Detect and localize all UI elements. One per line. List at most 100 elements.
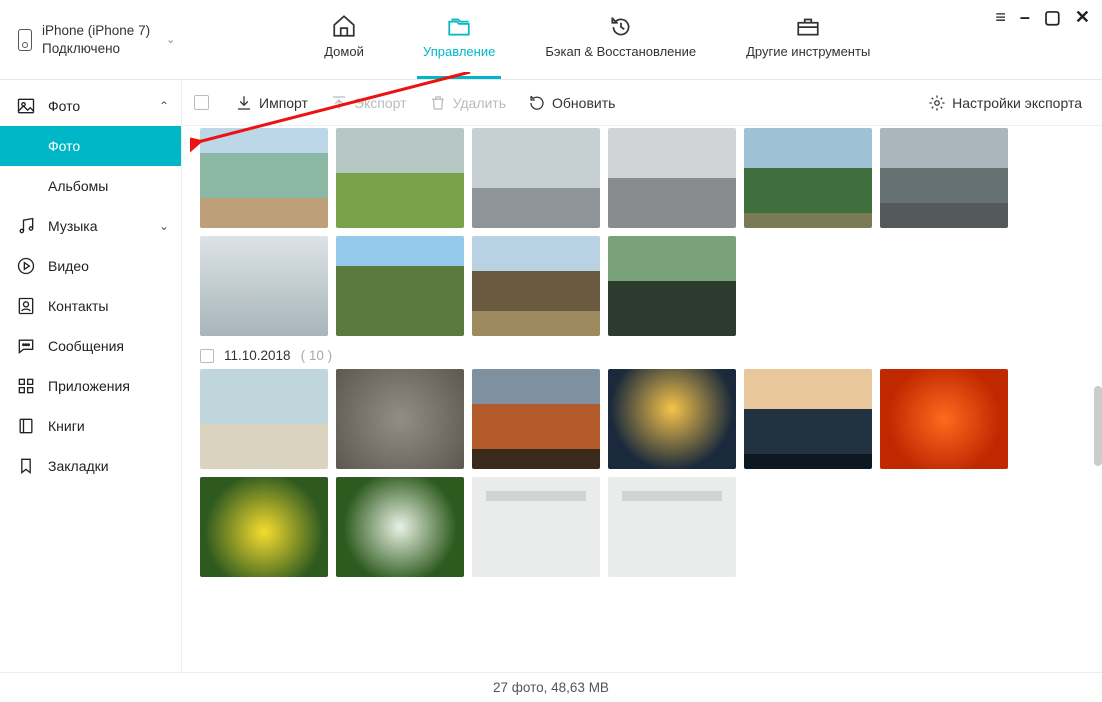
photo-thumb[interactable]	[200, 369, 328, 469]
chevron-down-icon: ⌄	[166, 33, 175, 46]
sidebar-item-photo[interactable]: Фото ⌃	[0, 86, 181, 126]
nav-backup[interactable]: Бэкап & Восстановление	[539, 8, 702, 79]
image-icon	[16, 96, 36, 116]
photo-thumb[interactable]	[744, 369, 872, 469]
status-text: 27 фото, 48,63 MB	[493, 680, 609, 695]
export-label: Экспорт	[354, 95, 407, 111]
export-settings-button[interactable]: Настройки экспорта	[928, 94, 1082, 112]
photo-thumb[interactable]	[472, 236, 600, 336]
nav-tools[interactable]: Другие инструменты	[740, 8, 876, 79]
date-group-date: 11.10.2018	[224, 348, 291, 363]
photo-thumb[interactable]	[608, 128, 736, 228]
photo-thumb[interactable]	[608, 369, 736, 469]
nav-home[interactable]: Домой	[309, 8, 379, 79]
photo-thumb[interactable]	[200, 236, 328, 336]
menu-icon[interactable]: ≡	[995, 8, 1006, 26]
photo-thumb[interactable]	[336, 236, 464, 336]
device-name: iPhone (iPhone 7)	[42, 22, 150, 40]
sidebar-messages-label: Сообщения	[48, 338, 124, 354]
bookmark-icon	[16, 456, 36, 476]
export-button[interactable]: Экспорт	[330, 94, 407, 112]
refresh-icon	[528, 94, 546, 112]
photo-thumb[interactable]	[472, 128, 600, 228]
select-all-checkbox[interactable]	[194, 95, 209, 110]
sidebar-item-bookmarks[interactable]: Закладки	[0, 446, 181, 486]
close-button[interactable]: ✕	[1075, 8, 1090, 26]
book-icon	[16, 416, 36, 436]
nav-manage-label: Управление	[423, 44, 495, 59]
sidebar-bookmarks-label: Закладки	[48, 458, 109, 474]
sidebar-sub-albums[interactable]: Альбомы	[0, 166, 181, 206]
minimize-button[interactable]: –	[1020, 8, 1030, 26]
toolbar: Импорт Экспорт Удалить Обновить Настройк…	[182, 80, 1102, 126]
sidebar-item-books[interactable]: Книги	[0, 406, 181, 446]
apps-grid-icon	[16, 376, 36, 396]
main-nav: Домой Управление Бэкап & Восстановление …	[190, 0, 995, 79]
sidebar-books-label: Книги	[48, 418, 85, 434]
date-group-header[interactable]: 11.10.2018 ( 10 )	[200, 348, 1084, 363]
toolbox-icon	[793, 12, 823, 40]
sidebar-apps-label: Приложения	[48, 378, 130, 394]
trash-icon	[429, 94, 447, 112]
device-status: Подключено	[42, 40, 150, 58]
window-controls: ≡ – ▢ ✕	[995, 0, 1102, 79]
sidebar-item-contacts[interactable]: Контакты	[0, 286, 181, 326]
date-group-count: ( 10 )	[301, 348, 333, 363]
restore-icon	[606, 12, 636, 40]
sidebar-music-label: Музыка	[48, 218, 98, 234]
photo-thumb[interactable]	[880, 128, 1008, 228]
photo-thumb[interactable]	[472, 477, 600, 577]
play-circle-icon	[16, 256, 36, 276]
photo-thumb[interactable]	[608, 236, 736, 336]
delete-button[interactable]: Удалить	[429, 94, 506, 112]
status-bar: 27 фото, 48,63 MB	[0, 672, 1102, 702]
contacts-icon	[16, 296, 36, 316]
nav-backup-label: Бэкап & Восстановление	[545, 44, 696, 59]
photo-grid[interactable]: 11.10.2018 ( 10 )	[182, 126, 1102, 672]
sidebar-item-music[interactable]: Музыка ⌄	[0, 206, 181, 246]
sidebar-item-messages[interactable]: Сообщения	[0, 326, 181, 366]
chevron-down-icon: ⌄	[159, 219, 169, 233]
photo-thumb[interactable]	[608, 477, 736, 577]
delete-label: Удалить	[453, 95, 506, 111]
music-icon	[16, 216, 36, 236]
photo-thumb[interactable]	[200, 128, 328, 228]
refresh-button[interactable]: Обновить	[528, 94, 615, 112]
sidebar-contacts-label: Контакты	[48, 298, 108, 314]
sidebar: Фото ⌃ Фото Альбомы Музыка ⌄ Видео Конта…	[0, 80, 182, 672]
export-settings-label: Настройки экспорта	[952, 95, 1082, 111]
photo-thumb[interactable]	[880, 369, 1008, 469]
nav-manage[interactable]: Управление	[417, 8, 501, 79]
import-icon	[235, 94, 253, 112]
sidebar-sub-photos-label: Фото	[48, 138, 80, 154]
maximize-button[interactable]: ▢	[1044, 8, 1061, 26]
scrollbar[interactable]	[1094, 126, 1102, 672]
content-area: Импорт Экспорт Удалить Обновить Настройк…	[182, 80, 1102, 672]
import-button[interactable]: Импорт	[235, 94, 308, 112]
gear-icon	[928, 94, 946, 112]
import-label: Импорт	[259, 95, 308, 111]
refresh-label: Обновить	[552, 95, 615, 111]
photo-thumb[interactable]	[200, 477, 328, 577]
phone-icon	[18, 29, 32, 51]
folder-stack-icon	[444, 12, 474, 40]
photo-thumb[interactable]	[336, 128, 464, 228]
sidebar-sub-albums-label: Альбомы	[48, 178, 108, 194]
photo-thumb[interactable]	[472, 369, 600, 469]
sidebar-item-video[interactable]: Видео	[0, 246, 181, 286]
photo-thumb[interactable]	[744, 128, 872, 228]
device-text: iPhone (iPhone 7) Подключено	[42, 22, 150, 57]
date-group-checkbox[interactable]	[200, 349, 214, 363]
photo-thumb[interactable]	[336, 369, 464, 469]
device-selector[interactable]: iPhone (iPhone 7) Подключено ⌄	[0, 0, 190, 79]
sidebar-item-apps[interactable]: Приложения	[0, 366, 181, 406]
photo-thumb[interactable]	[336, 477, 464, 577]
export-icon	[330, 94, 348, 112]
nav-tools-label: Другие инструменты	[746, 44, 870, 59]
chat-icon	[16, 336, 36, 356]
home-icon	[329, 12, 359, 40]
sidebar-photo-label: Фото	[48, 98, 80, 114]
nav-home-label: Домой	[324, 44, 364, 59]
sidebar-sub-photos[interactable]: Фото	[0, 126, 181, 166]
chevron-up-icon: ⌃	[159, 99, 169, 113]
